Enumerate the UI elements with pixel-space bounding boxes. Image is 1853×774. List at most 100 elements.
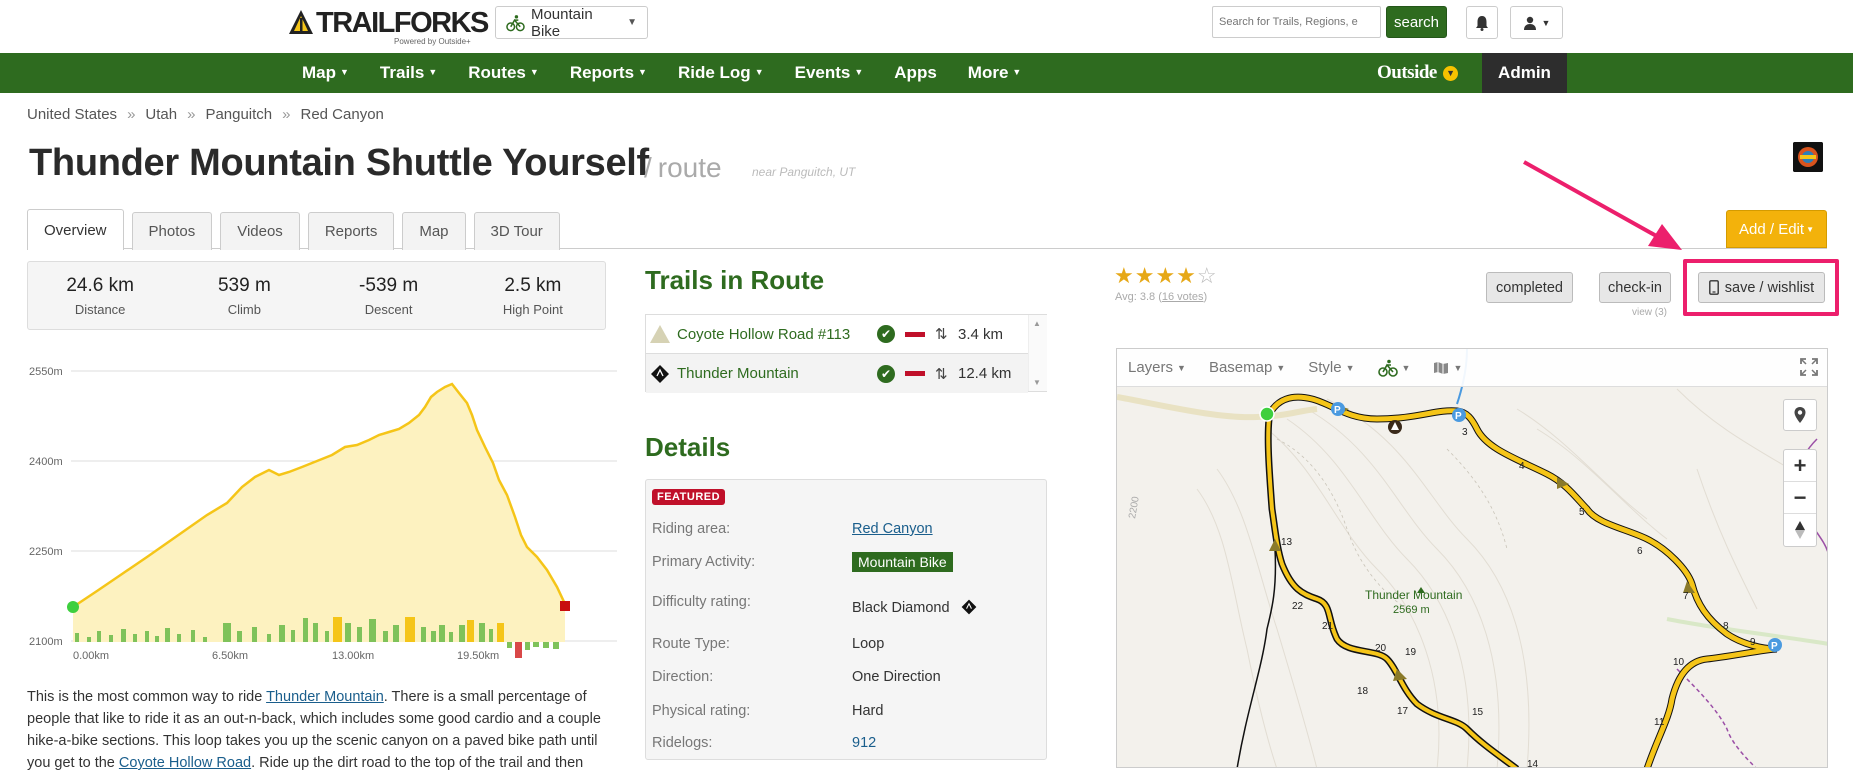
breadcrumb-area[interactable]: Red Canyon xyxy=(301,106,384,123)
avatar[interactable] xyxy=(1793,142,1823,172)
star-empty-icon: ☆ xyxy=(1196,263,1218,288)
compass-button[interactable] xyxy=(1784,514,1816,546)
outside-logo[interactable]: Outside ▼ xyxy=(1377,53,1458,93)
nav-events[interactable]: Events ▼ xyxy=(795,63,864,83)
caret-down-icon: ▼ xyxy=(1012,67,1022,77)
activity-badge: Mountain Bike xyxy=(852,552,953,572)
search-input[interactable] xyxy=(1212,6,1381,38)
outside-dropdown-icon: ▼ xyxy=(1442,65,1458,81)
search-button[interactable]: search xyxy=(1386,6,1447,38)
stat-climb: 539 m Climb xyxy=(172,262,316,329)
tab-reports[interactable]: Reports xyxy=(307,212,395,250)
user-menu-button[interactable]: ▼ xyxy=(1510,6,1563,39)
one-way-icon xyxy=(905,331,925,337)
annotation-highlight-box xyxy=(1683,259,1839,316)
x-axis-label: 0.00km xyxy=(73,650,109,662)
nav-trails[interactable]: Trails ▼ xyxy=(380,63,437,83)
page-location: near Panguitch, UT xyxy=(752,165,856,179)
y-axis-label: 2550m xyxy=(29,366,63,378)
nav-routes[interactable]: Routes ▼ xyxy=(468,63,539,83)
start-marker xyxy=(67,601,79,613)
map-type-dropdown[interactable]: ▼ xyxy=(1433,361,1462,375)
difficulty-easy-icon xyxy=(650,325,670,343)
svg-text:5: 5 xyxy=(1579,507,1585,518)
svg-text:9: 9 xyxy=(1750,637,1756,648)
admin-link[interactable]: Admin xyxy=(1482,53,1567,93)
tab-3d-tour[interactable]: 3D Tour xyxy=(473,212,560,250)
trails-scrollbar[interactable]: ▲ ▼ xyxy=(1028,315,1047,391)
zoom-in-button[interactable]: + xyxy=(1784,450,1816,482)
route-map[interactable]: P P P 3 4 5 6 7 8 9 10 11 13 14 15 17 18… xyxy=(1116,348,1828,768)
caret-down-icon: ▼ xyxy=(1345,362,1355,373)
map-style-dropdown[interactable]: Style ▼ xyxy=(1308,359,1354,376)
scroll-up-icon[interactable]: ▲ xyxy=(1033,319,1041,328)
trail-distance: 12.4 km xyxy=(958,365,1012,382)
thunder-mountain-link[interactable]: Thunder Mountain xyxy=(266,689,384,705)
completed-button[interactable]: completed xyxy=(1486,272,1573,303)
detail-value: Hard xyxy=(852,703,884,719)
notifications-button[interactable] xyxy=(1466,6,1498,39)
tab-videos[interactable]: Videos xyxy=(220,212,300,250)
detail-key: Physical rating: xyxy=(652,703,751,719)
activity-select[interactable]: Mountain Bike ▼ xyxy=(495,6,648,40)
breadcrumb-city[interactable]: Panguitch xyxy=(205,106,272,123)
trail-distance: 3.4 km xyxy=(958,325,1004,343)
stat-value: -539 m xyxy=(359,275,419,296)
breadcrumb-country[interactable]: United States xyxy=(27,106,117,123)
bell-icon xyxy=(1476,15,1488,31)
description-text: This is the most common way to ride xyxy=(27,689,267,705)
logo-text: TRAILFORKS xyxy=(316,7,489,39)
map-locate-button[interactable] xyxy=(1783,399,1817,431)
svg-text:P: P xyxy=(1334,405,1341,416)
coyote-hollow-link[interactable]: Coyote Hollow Road xyxy=(119,755,251,771)
check-in-button[interactable]: check-in xyxy=(1599,272,1671,303)
x-axis-label: 19.50km xyxy=(457,650,499,662)
svg-text:8: 8 xyxy=(1723,621,1729,632)
zoom-out-button[interactable]: − xyxy=(1784,482,1816,514)
map-layers-dropdown[interactable]: Layers ▼ xyxy=(1128,359,1186,376)
nav-more[interactable]: More ▼ xyxy=(968,63,1022,83)
breadcrumb-state[interactable]: Utah xyxy=(145,106,177,123)
nav-apps[interactable]: Apps xyxy=(894,63,937,83)
trailforks-logo[interactable]: TRAILFORKS Powered by Outside+ xyxy=(288,7,489,47)
detail-value: One Direction xyxy=(852,669,941,685)
svg-text:10: 10 xyxy=(1673,657,1685,668)
svg-text:P: P xyxy=(1771,641,1778,652)
caret-down-icon: ▼ xyxy=(428,67,438,77)
svg-text:14: 14 xyxy=(1527,759,1539,768)
y-axis-label: 2400m xyxy=(29,456,63,468)
nav-label: Map xyxy=(302,63,336,82)
add-edit-button[interactable]: Add / Edit ▼ xyxy=(1726,210,1827,248)
nav-map[interactable]: Map ▼ xyxy=(302,63,349,83)
elevation-profile-chart[interactable]: 2550m 2400m 2250m 2100m 0.00km 6.50km 13… xyxy=(27,355,617,665)
expand-icon[interactable] xyxy=(1799,357,1819,377)
nav-ride-log[interactable]: Ride Log ▼ xyxy=(678,63,764,83)
peak-elevation: 2569 m xyxy=(1393,604,1430,616)
stat-label: Distance xyxy=(74,302,126,317)
nav-reports[interactable]: Reports ▼ xyxy=(570,63,647,83)
trail-row[interactable]: Thunder Mountain ✔ ⇅ 12.4 km xyxy=(646,354,1028,393)
featured-badge: FEATURED xyxy=(652,489,726,505)
votes-link[interactable]: 16 votes xyxy=(1162,291,1204,303)
riding-area-link[interactable]: Red Canyon xyxy=(852,521,933,537)
scroll-down-icon[interactable]: ▼ xyxy=(1033,378,1041,387)
caret-down-icon: ▼ xyxy=(1276,362,1286,373)
map-basemap-dropdown[interactable]: Basemap ▼ xyxy=(1209,359,1285,376)
svg-text:13: 13 xyxy=(1281,537,1293,548)
page-title: Thunder Mountain Shuttle Yourself xyxy=(29,142,649,184)
svg-text:7: 7 xyxy=(1683,591,1689,602)
logo-subtext: Powered by Outside+ xyxy=(394,37,471,46)
ridelogs-link[interactable]: 912 xyxy=(852,735,876,751)
user-icon xyxy=(1523,16,1536,30)
tab-overview[interactable]: Overview xyxy=(27,209,124,250)
x-axis-label: 6.50km xyxy=(212,650,248,662)
caret-down-icon: ▼ xyxy=(1453,362,1463,373)
map-activity-dropdown[interactable]: ▼ xyxy=(1377,359,1410,377)
peak-name: Thunder Mountain xyxy=(1365,588,1462,602)
y-axis-label: 2250m xyxy=(29,546,63,558)
star-rating[interactable]: ★★★★☆ xyxy=(1114,263,1218,289)
trail-row[interactable]: Coyote Hollow Road #113 ✔ ⇅ 3.4 km xyxy=(646,315,1028,354)
view-checkins-link[interactable]: view (3) xyxy=(1632,307,1667,318)
tab-map[interactable]: Map xyxy=(402,212,466,250)
tab-photos[interactable]: Photos xyxy=(131,212,213,250)
